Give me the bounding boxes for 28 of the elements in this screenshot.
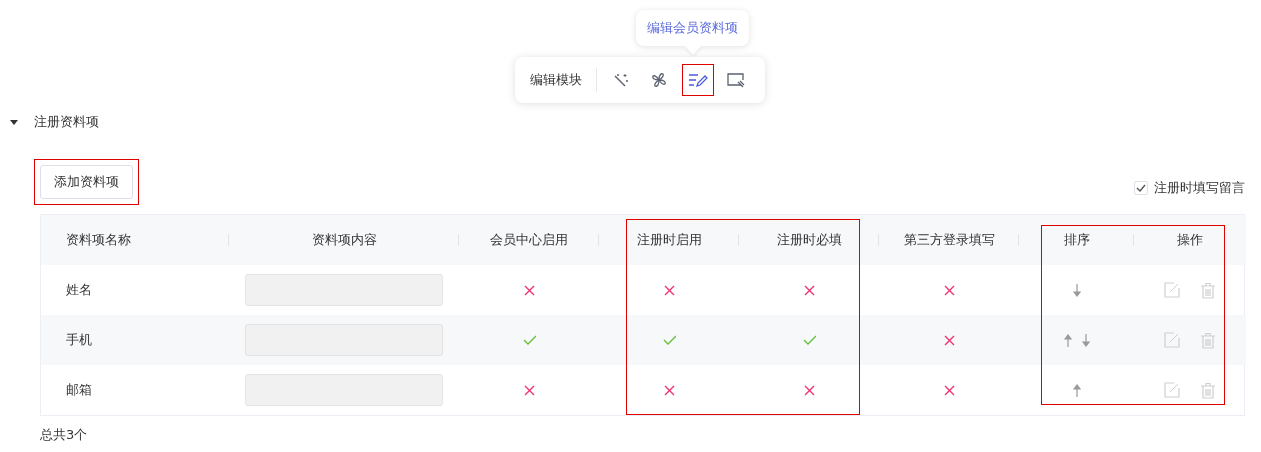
caret-icon[interactable] [10,118,18,126]
column-header: 资料项名称 [41,215,229,265]
total-count: 总共3个 [40,426,89,444]
column-header: 第三方登录填写 [879,215,1019,265]
column-header: 注册时必填 [739,215,879,265]
section-title: 注册资料项 [34,113,99,131]
column-header: 会员中心启用 [459,215,599,265]
table-cell: 手机 [41,315,229,365]
down-arrow-icon[interactable] [1072,283,1081,297]
checkbox-label: 注册时填写留言 [1154,179,1245,197]
down-arrow-icon[interactable] [1081,333,1090,347]
column-header: 注册时启用 [599,215,739,265]
list-pencil-icon [687,71,708,89]
input-field[interactable] [245,374,443,406]
add-item-button[interactable]: 添加资料项 [40,165,133,199]
table-cell-text: 邮箱 [65,381,93,399]
column-header: 资料项内容 [229,215,459,265]
up-arrow-icon[interactable] [1063,333,1072,347]
tool-button[interactable] [681,64,714,96]
checkbox[interactable] [1134,181,1148,195]
toolbar-label: 编辑模块 [529,68,597,92]
column-header: 操作 [1134,215,1246,265]
up-arrow-icon[interactable] [1072,383,1081,397]
check-icon [1136,184,1146,192]
screen-icon [725,71,746,89]
input-field[interactable] [245,274,443,306]
table-cell-text: 姓名 [65,281,93,299]
column-header: 排序 [1019,215,1134,265]
